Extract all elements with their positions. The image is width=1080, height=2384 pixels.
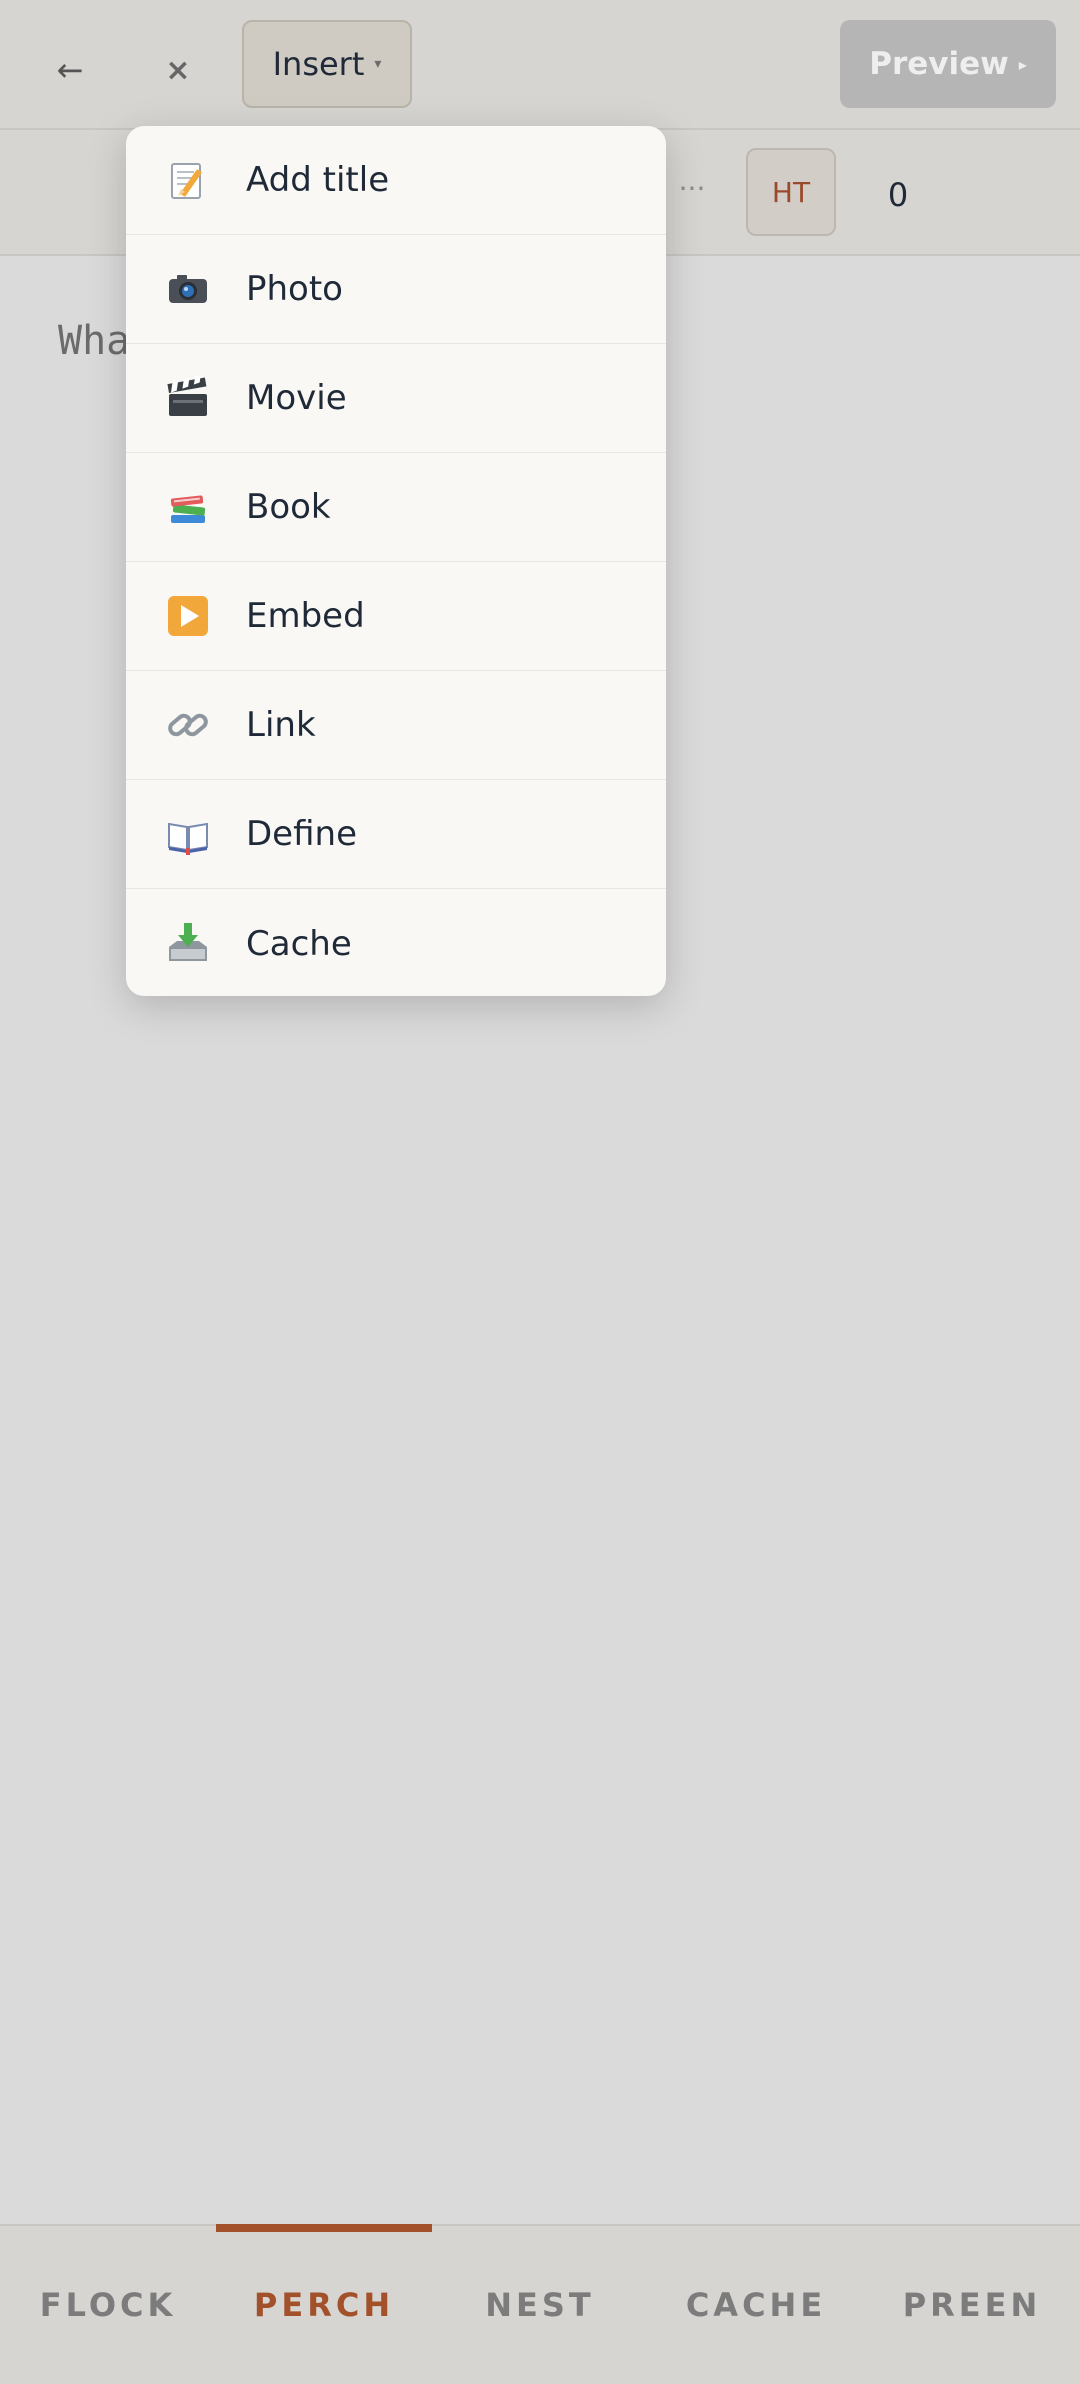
nav-item-label: NEST <box>485 2286 595 2324</box>
open-book-icon <box>162 808 214 860</box>
menu-item-movie[interactable]: Movie <box>126 344 666 453</box>
menu-item-label: Movie <box>246 378 347 418</box>
menu-item-label: Link <box>246 705 316 745</box>
nav-item-label: FLOCK <box>39 2286 177 2324</box>
menu-item-add-title[interactable]: Add title <box>126 126 666 235</box>
nav-item-label: CACHE <box>685 2286 827 2324</box>
menu-item-label: Book <box>246 487 331 527</box>
link-icon <box>162 699 214 751</box>
top-bar: ← × Insert ▾ Preview ▸ <box>0 0 1080 130</box>
menu-item-embed[interactable]: Embed <box>126 562 666 671</box>
menu-item-photo[interactable]: Photo <box>126 235 666 344</box>
nav-item-label: PERCH <box>253 2286 395 2324</box>
preview-label: Preview <box>869 46 1009 82</box>
more-options-icon[interactable]: ··· <box>672 158 712 218</box>
insert-dropdown-button[interactable]: Insert ▾ <box>242 20 412 108</box>
insert-menu: Add title Photo Movie Book Embed Link De… <box>126 126 666 996</box>
menu-item-label: Photo <box>246 269 343 309</box>
back-arrow-icon: ← <box>56 51 84 89</box>
menu-item-label: Define <box>246 814 357 854</box>
inbox-icon <box>162 918 214 970</box>
caret-right-icon: ▸ <box>1018 54 1027 74</box>
menu-item-cache[interactable]: Cache <box>126 889 666 996</box>
nav-item-cache[interactable]: CACHE <box>648 2226 864 2384</box>
preview-button[interactable]: Preview ▸ <box>840 20 1056 108</box>
menu-item-define[interactable]: Define <box>126 780 666 889</box>
nav-item-nest[interactable]: NEST <box>432 2226 648 2384</box>
menu-item-label: Embed <box>246 596 365 636</box>
caret-down-icon: ▾ <box>374 56 382 72</box>
character-count: 0 <box>887 176 909 214</box>
books-icon <box>162 481 214 533</box>
ht-button[interactable]: HT <box>746 148 836 236</box>
play-icon <box>162 590 214 642</box>
nav-item-preen[interactable]: PREEN <box>864 2226 1080 2384</box>
menu-item-link[interactable]: Link <box>126 671 666 780</box>
camera-icon <box>162 263 214 315</box>
menu-item-label: Cache <box>246 923 352 964</box>
close-button[interactable]: × <box>128 20 228 120</box>
back-button[interactable]: ← <box>20 20 120 120</box>
menu-item-label: Add title <box>246 160 390 200</box>
insert-label: Insert <box>272 45 365 83</box>
editor-placeholder[interactable]: Wha <box>58 318 130 364</box>
nav-item-perch[interactable]: PERCH <box>216 2224 432 2384</box>
clapper-icon <box>162 372 214 424</box>
menu-item-book[interactable]: Book <box>126 453 666 562</box>
nav-item-label: PREEN <box>902 2286 1042 2324</box>
nav-item-flock[interactable]: FLOCK <box>0 2226 216 2384</box>
bottom-nav: FLOCK PERCH NEST CACHE PREEN <box>0 2224 1080 2384</box>
memo-icon <box>162 154 214 206</box>
close-icon: × <box>165 52 191 88</box>
